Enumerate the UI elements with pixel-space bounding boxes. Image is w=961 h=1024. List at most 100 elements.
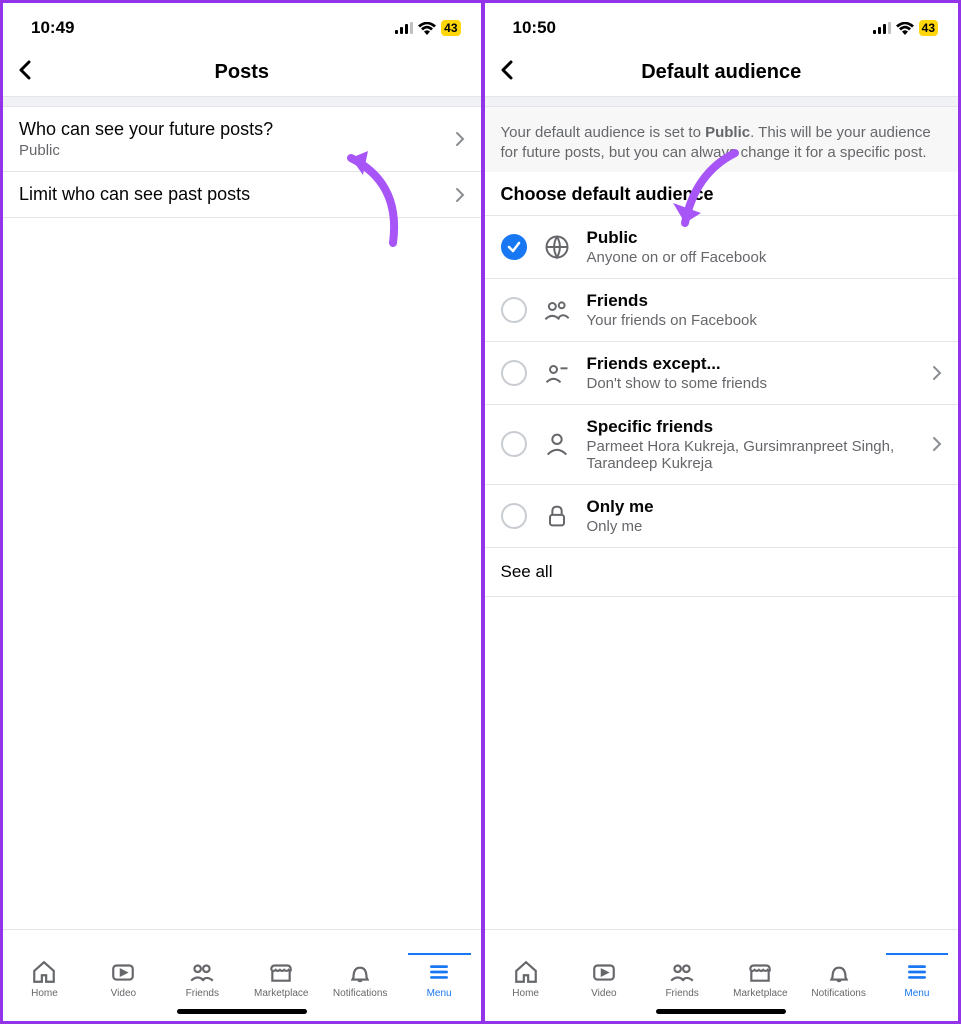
status-time: 10:50 xyxy=(513,18,556,38)
phone-right: 10:50 43 Default audience Your default a… xyxy=(481,3,959,1021)
tab-label: Friends xyxy=(186,988,219,999)
wifi-icon xyxy=(418,22,436,35)
chevron-right-icon xyxy=(932,436,942,452)
tab-label: Friends xyxy=(665,988,698,999)
option-desc: Your friends on Facebook xyxy=(587,312,943,329)
tab-friends[interactable]: Friends xyxy=(643,959,721,999)
row-label: Limit who can see past posts xyxy=(19,184,455,205)
tab-label: Menu xyxy=(427,988,452,999)
chevron-left-icon xyxy=(17,60,31,80)
row-sub: Public xyxy=(19,142,455,159)
nav-header: Default audience xyxy=(485,49,959,97)
globe-icon xyxy=(543,233,571,261)
home-icon xyxy=(513,959,539,985)
status-bar: 10:50 43 xyxy=(485,3,959,49)
tab-label: Marketplace xyxy=(254,988,308,999)
option-label: Friends xyxy=(587,291,943,311)
option-friends-except[interactable]: Friends except... Don't show to some fri… xyxy=(485,342,959,405)
video-icon xyxy=(110,959,136,985)
tab-menu[interactable]: Menu xyxy=(400,959,479,999)
home-icon xyxy=(31,959,57,985)
tab-bar: Home Video Friends Marketplace Notificat… xyxy=(3,929,481,1001)
friends-icon xyxy=(669,959,695,985)
status-time: 10:49 xyxy=(31,18,74,38)
back-button[interactable] xyxy=(499,60,513,86)
row-limit-past[interactable]: Limit who can see past posts xyxy=(3,172,481,218)
tab-friends[interactable]: Friends xyxy=(163,959,242,999)
tab-home[interactable]: Home xyxy=(5,959,84,999)
tab-label: Notifications xyxy=(811,988,865,999)
video-icon xyxy=(591,959,617,985)
friends-icon xyxy=(543,296,571,324)
option-label: Specific friends xyxy=(587,417,919,437)
tab-label: Home xyxy=(512,988,539,999)
row-future-posts[interactable]: Who can see your future posts? Public xyxy=(3,107,481,172)
see-all-button[interactable]: See all xyxy=(485,548,959,597)
nav-header: Posts xyxy=(3,49,481,97)
bell-icon xyxy=(347,959,373,985)
content-area: Your default audience is set to Public. … xyxy=(485,97,959,929)
tab-home[interactable]: Home xyxy=(487,959,565,999)
tab-video[interactable]: Video xyxy=(565,959,643,999)
radio-unselected[interactable] xyxy=(501,503,527,529)
option-label: Public xyxy=(587,228,943,248)
option-desc: Only me xyxy=(587,518,943,535)
page-title: Posts xyxy=(215,61,269,84)
tab-video[interactable]: Video xyxy=(84,959,163,999)
marketplace-icon xyxy=(268,959,294,985)
battery-badge: 43 xyxy=(919,20,938,36)
option-public[interactable]: Public Anyone on or off Facebook xyxy=(485,216,959,279)
home-indicator xyxy=(3,1001,481,1021)
info-bold: Public xyxy=(705,124,750,141)
tab-label: Home xyxy=(31,988,58,999)
person-icon xyxy=(543,430,571,458)
info-pre: Your default audience is set to xyxy=(501,124,706,141)
chevron-left-icon xyxy=(499,60,513,80)
cellular-icon xyxy=(873,22,891,34)
friends-icon xyxy=(189,959,215,985)
chevron-right-icon xyxy=(932,365,942,381)
section-gap xyxy=(3,97,481,107)
marketplace-icon xyxy=(747,959,773,985)
option-specific-friends[interactable]: Specific friends Parmeet Hora Kukreja, G… xyxy=(485,405,959,485)
tab-label: Video xyxy=(111,988,136,999)
radio-unselected[interactable] xyxy=(501,360,527,386)
option-only-me[interactable]: Only me Only me xyxy=(485,485,959,548)
tab-menu[interactable]: Menu xyxy=(878,959,956,999)
option-friends[interactable]: Friends Your friends on Facebook xyxy=(485,279,959,342)
tab-label: Video xyxy=(591,988,616,999)
check-icon xyxy=(507,240,521,254)
content-area: Who can see your future posts? Public Li… xyxy=(3,97,481,929)
back-button[interactable] xyxy=(17,60,31,86)
menu-icon xyxy=(904,959,930,985)
tab-notifications[interactable]: Notifications xyxy=(321,959,400,999)
option-desc: Anyone on or off Facebook xyxy=(587,249,943,266)
option-label: Only me xyxy=(587,497,943,517)
menu-icon xyxy=(426,959,452,985)
cellular-icon xyxy=(395,22,413,34)
lock-icon xyxy=(543,502,571,530)
chevron-right-icon xyxy=(455,131,465,147)
radio-unselected[interactable] xyxy=(501,297,527,323)
tab-marketplace[interactable]: Marketplace xyxy=(721,959,799,999)
tab-notifications[interactable]: Notifications xyxy=(800,959,878,999)
info-text: Your default audience is set to Public. … xyxy=(485,107,959,172)
page-title: Default audience xyxy=(641,61,801,84)
radio-selected[interactable] xyxy=(501,234,527,260)
row-label: Who can see your future posts? xyxy=(19,119,455,140)
option-desc: Don't show to some friends xyxy=(587,375,919,392)
tab-label: Marketplace xyxy=(733,988,787,999)
status-bar: 10:49 43 xyxy=(3,3,481,49)
tab-label: Menu xyxy=(904,988,929,999)
section-gap xyxy=(485,97,959,107)
tab-marketplace[interactable]: Marketplace xyxy=(242,959,321,999)
section-title: Choose default audience xyxy=(485,172,959,216)
home-indicator xyxy=(485,1001,959,1021)
tab-label: Notifications xyxy=(333,988,387,999)
tab-bar: Home Video Friends Marketplace Notificat… xyxy=(485,929,959,1001)
bell-icon xyxy=(826,959,852,985)
status-right: 43 xyxy=(873,20,938,36)
friends-except-icon xyxy=(543,359,571,387)
radio-unselected[interactable] xyxy=(501,431,527,457)
wifi-icon xyxy=(896,22,914,35)
